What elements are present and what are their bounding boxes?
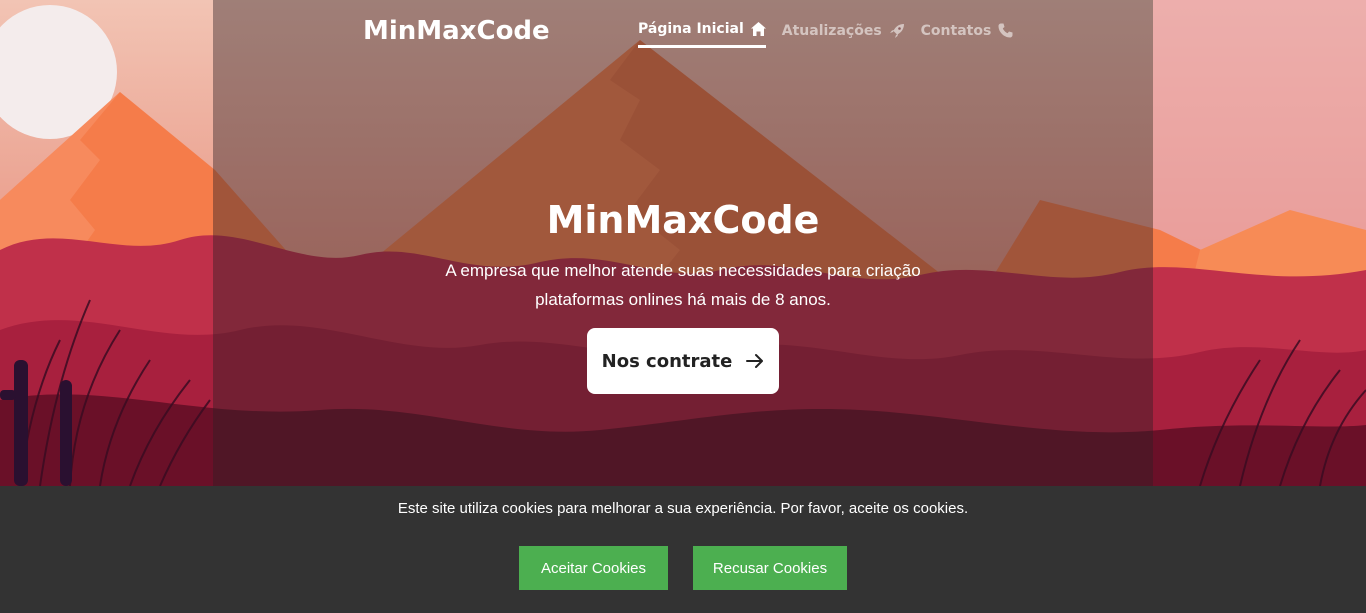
cookie-message: Este site utiliza cookies para melhorar … xyxy=(397,500,969,517)
brand-logo[interactable]: MinMaxCode xyxy=(363,16,550,46)
main-nav: Página Inicial Atualizações Contatos xyxy=(638,21,1013,48)
arrow-right-icon xyxy=(746,354,764,368)
hire-us-label: Nos contrate xyxy=(601,350,733,372)
hero-title: MinMaxCode xyxy=(546,198,820,242)
rocket-icon xyxy=(889,23,904,38)
hire-us-button[interactable]: Nos contrate xyxy=(587,328,779,394)
hero-overlay xyxy=(213,0,1153,486)
nav-home[interactable]: Página Inicial xyxy=(638,21,766,48)
hero-subtitle: A empresa que melhor atende suas necessi… xyxy=(445,261,921,309)
reject-cookies-button[interactable]: Recusar Cookies xyxy=(693,546,847,590)
cookie-banner: Este site utiliza cookies para melhorar … xyxy=(0,486,1366,613)
accept-cookies-button[interactable]: Aceitar Cookies xyxy=(519,546,668,590)
nav-contacts[interactable]: Contatos xyxy=(921,21,1014,48)
hero-section: MinMaxCode Página Inicial Atualizações C… xyxy=(0,0,1366,486)
nav-contacts-label: Contatos xyxy=(920,22,992,39)
nav-updates-label: Atualizações xyxy=(781,22,882,39)
nav-updates[interactable]: Atualizações xyxy=(782,21,905,48)
home-icon xyxy=(750,22,766,36)
nav-home-label: Página Inicial xyxy=(638,21,744,37)
phone-icon xyxy=(998,23,1013,38)
